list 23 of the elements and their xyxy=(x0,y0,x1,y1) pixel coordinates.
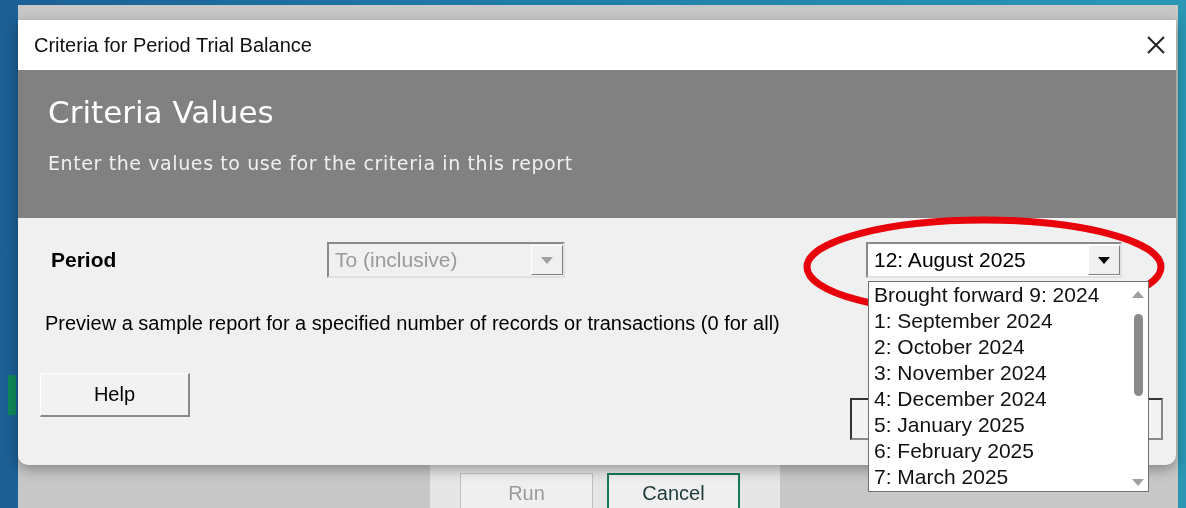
dropdown-option[interactable]: 3: November 2024 xyxy=(874,360,1128,386)
dialog-button[interactable]: Cancel xyxy=(607,473,740,508)
dropdown-option[interactable]: 1: September 2024 xyxy=(874,308,1128,334)
header-title: Criteria Values xyxy=(48,94,275,130)
period-dropdown[interactable]: 12: August 2025 xyxy=(866,242,1122,278)
header-subtitle: Enter the values to use for the criteria in this report xyxy=(48,152,574,174)
caret-icon xyxy=(1098,256,1110,264)
scroll-up-icon[interactable] xyxy=(1131,290,1145,298)
dropdown-option[interactable]: 6: February 2025 xyxy=(874,438,1128,464)
close-icon[interactable] xyxy=(1146,35,1166,55)
caret-icon xyxy=(541,256,553,264)
dropdown-option[interactable]: 5: January 2025 xyxy=(874,412,1128,438)
dropdown-option[interactable]: 2: October 2024 xyxy=(874,334,1128,360)
dropdown-option[interactable]: 4: December 2024 xyxy=(874,386,1128,412)
scroll-down-icon[interactable] xyxy=(1131,479,1145,487)
criteria-label: Period xyxy=(50,248,118,272)
window-title: Criteria for Period Trial Balance xyxy=(34,33,312,57)
scroll-thumb[interactable] xyxy=(1133,314,1143,396)
help-button[interactable]: Help xyxy=(40,373,190,417)
dropdown-option[interactable]: 7: March 2025 xyxy=(874,464,1128,490)
tab-marker xyxy=(8,375,16,415)
preview-text: Preview a sample report for a specified number of records or transactions (0 for all) xyxy=(45,312,780,335)
dropdown-option[interactable]: Brought forward 9: 2024 xyxy=(874,282,1128,308)
